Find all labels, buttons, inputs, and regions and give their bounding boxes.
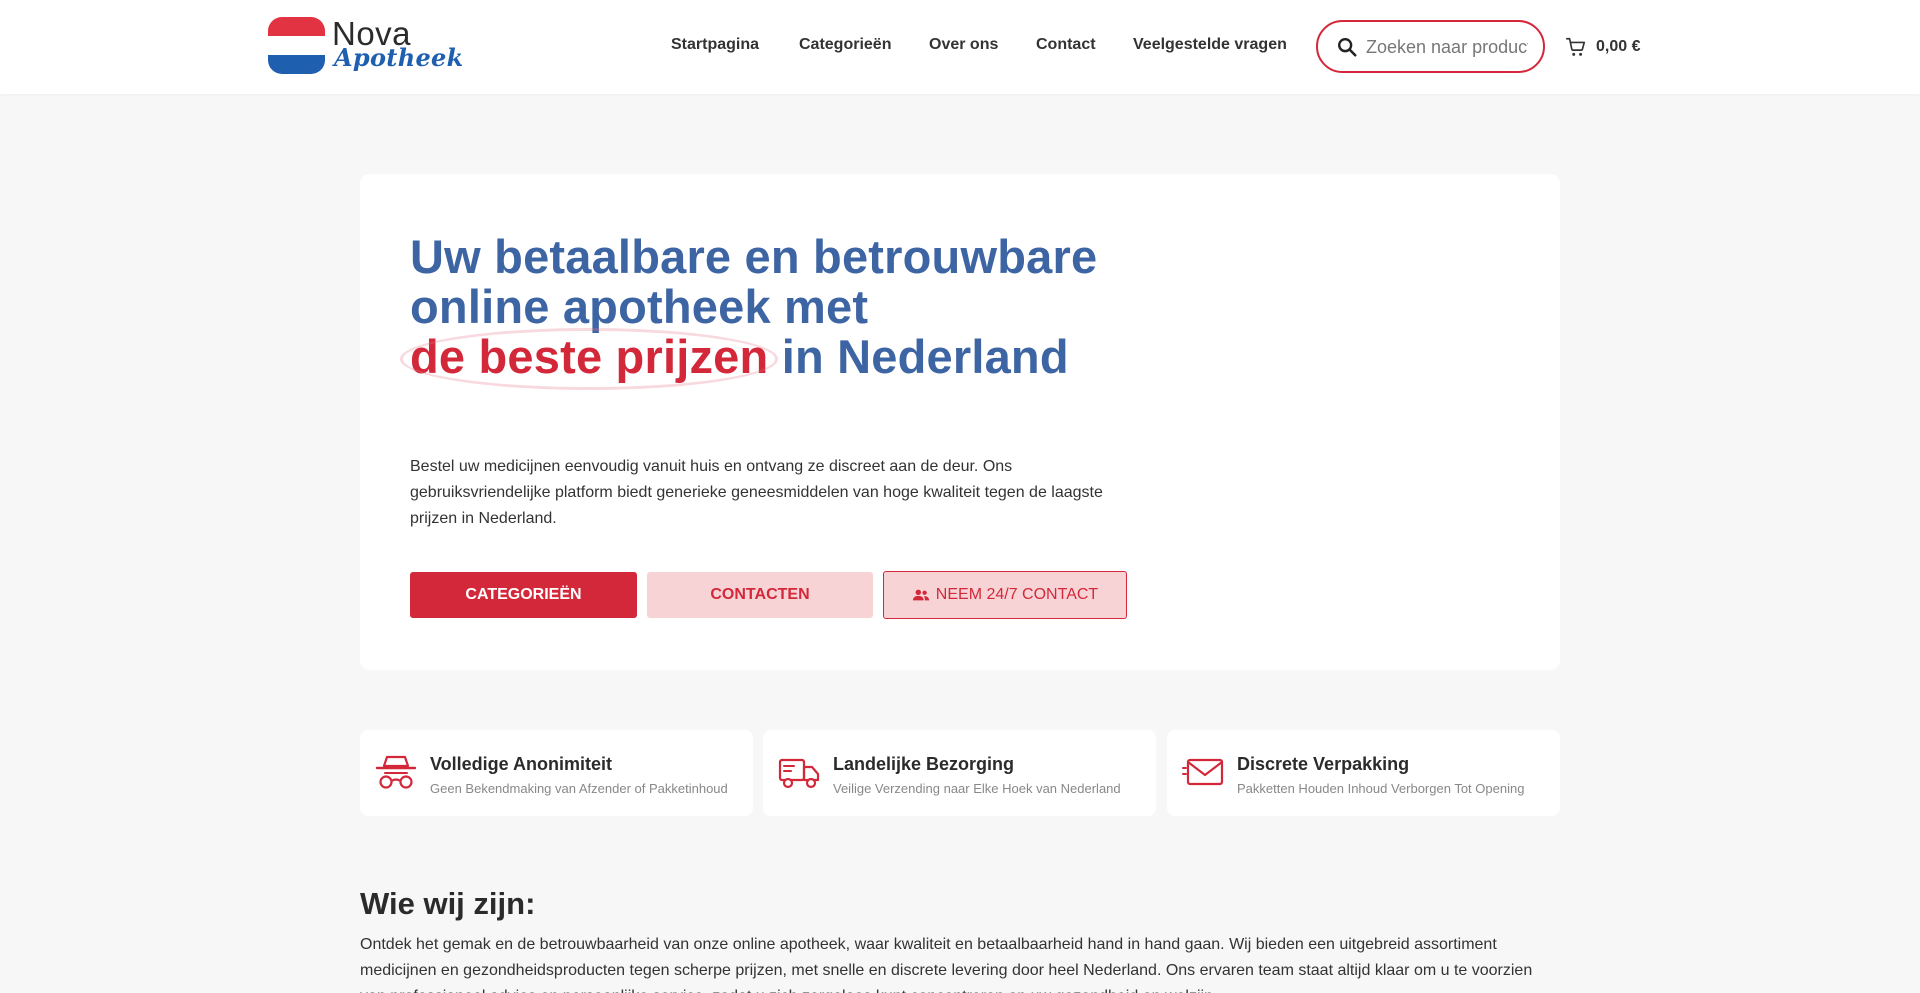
contact-button[interactable]: Contacten <box>647 572 873 618</box>
feature-title: Discrete Verpakking <box>1237 754 1410 774</box>
people-icon <box>912 589 929 601</box>
about-title: Wie wij zijn: <box>360 886 536 921</box>
contact-247-label: Neem 24/7 contact <box>935 586 1099 603</box>
hero-title-highlight: de beste prijzen <box>400 328 779 390</box>
feature-card-delivery: Landelijke Bezorging Veilige Verzending … <box>763 730 1156 816</box>
feature-subtitle: Veilige Verzending naar Elke Hoek van Ne… <box>833 781 1121 796</box>
search-box <box>1316 20 1545 73</box>
hero-description: Bestel uw medicijnen eenvoudig vanuit hu… <box>410 458 1103 527</box>
feature-subtitle: Geen Bekendmaking van Afzender of Pakket… <box>430 781 728 796</box>
hero-card: Uw betaalbare en betrouwbare online apot… <box>360 174 1560 670</box>
cart-total: 0,00 € <box>1596 38 1641 55</box>
about-text: Ontdek het gemak en de betrouwbaarheid v… <box>360 936 1533 993</box>
cart-icon <box>1566 37 1586 56</box>
hero-title-highlight-text: de beste prijzen <box>410 330 769 383</box>
logo-subtitle: Apotheek <box>334 43 464 72</box>
feature-title: Volledige Anonimiteit <box>430 754 613 774</box>
site-header: Nova Apotheek Startpagina Categorieën Ov… <box>0 0 1920 94</box>
nav-item-faq[interactable]: Veelgestelde vragen <box>1133 36 1287 54</box>
nav-item-categorieen[interactable]: Categorieën <box>799 36 891 54</box>
search-icon[interactable] <box>1336 36 1358 58</box>
nav-item-startpagina[interactable]: Startpagina <box>671 36 759 54</box>
feature-card-packaging: Discrete Verpakking Pakketten Houden Inh… <box>1167 730 1560 816</box>
hero-title-part2: in Nederland <box>781 330 1069 383</box>
feature-subtitle: Pakketten Houden Inhoud Verborgen Tot Op… <box>1237 781 1525 796</box>
incognito-icon <box>375 755 417 789</box>
nav-item-contact[interactable]: Contact <box>1036 36 1096 54</box>
feature-card-anonymity: Volledige Anonimiteit Geen Bekendmaking … <box>360 730 753 816</box>
hero-title: Uw betaalbare en betrouwbare online apot… <box>400 230 1170 390</box>
hero-title-part1: Uw betaalbare en betrouwbare online apot… <box>410 230 1098 333</box>
envelope-icon <box>1182 758 1224 786</box>
categories-button[interactable]: Categorieën <box>410 572 637 618</box>
logo[interactable]: Nova Apotheek <box>268 15 463 79</box>
search-input[interactable] <box>1366 34 1528 60</box>
dutch-flag-logo-icon <box>268 17 325 74</box>
feature-title: Landelijke Bezorging <box>833 754 1015 774</box>
truck-icon <box>778 758 820 789</box>
contact-247-button[interactable]: Neem 24/7 contact <box>883 571 1127 619</box>
nav-item-over-ons[interactable]: Over ons <box>929 36 998 54</box>
